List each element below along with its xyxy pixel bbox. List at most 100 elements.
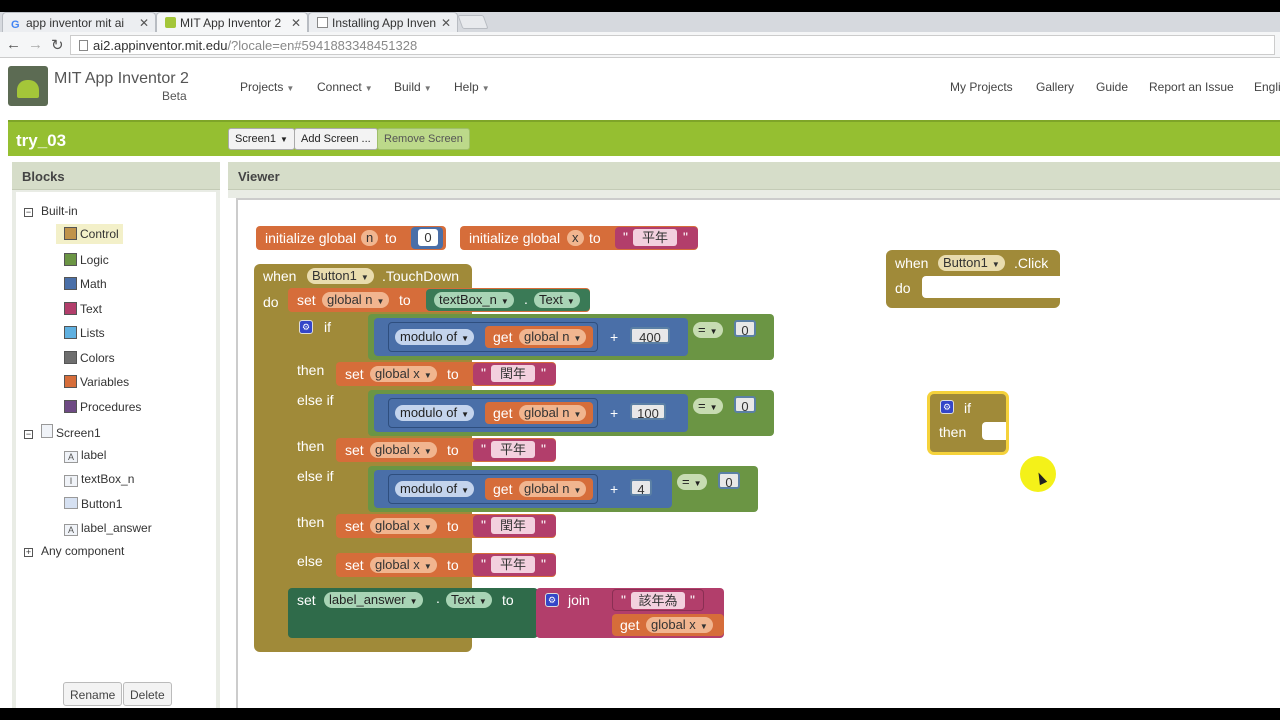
compare-op-dropdown[interactable]: = ▼ [693, 322, 723, 338]
set-label-answer-block[interactable]: set label_answer ▼ . Text ▼ to [288, 588, 538, 638]
menu-build[interactable]: Build ▼ [394, 80, 432, 94]
menu-connect[interactable]: Connect ▼ [317, 80, 373, 94]
component-dropdown[interactable]: Button1 ▼ [938, 255, 1005, 271]
drawer-text[interactable]: Text [64, 302, 102, 316]
component-label[interactable]: Alabel [64, 448, 106, 463]
variable-dropdown[interactable]: global x ▼ [370, 557, 437, 573]
variable-dropdown[interactable]: global x ▼ [646, 617, 713, 633]
set-global-x-block[interactable]: set global x ▼ to " 平年 " [336, 438, 556, 462]
text-block[interactable]: " 平年 " [473, 554, 556, 576]
get-global-n-block[interactable]: get global n ▼ [485, 478, 593, 500]
compare-op-dropdown[interactable]: = ▼ [693, 398, 723, 414]
drawer-lists[interactable]: Lists [64, 326, 105, 340]
modulo-block[interactable]: modulo of ▼ get global n ▼ [388, 322, 598, 352]
screen-select[interactable]: Screen1 ▼ [228, 128, 295, 150]
variable-dropdown[interactable]: global x ▼ [370, 518, 437, 534]
init-global-n-block[interactable]: initialize global n to 0 [256, 226, 446, 250]
text-field[interactable]: 閏年 [491, 517, 535, 534]
tree-builtin[interactable]: − Built-in [24, 204, 78, 218]
mutator-gear-icon[interactable]: ⚙ [299, 320, 313, 334]
text-block[interactable]: " 該年為 " [612, 589, 704, 611]
app-inventor-logo[interactable] [8, 66, 48, 106]
component-dropdown[interactable]: label_answer ▼ [324, 592, 423, 608]
rename-button[interactable]: Rename [63, 682, 123, 706]
init-global-x-block[interactable]: initialize global x to " 平年 " [460, 226, 698, 250]
mutator-gear-icon[interactable]: ⚙ [545, 593, 559, 607]
text-field[interactable]: 平年 [491, 441, 535, 458]
variable-dropdown[interactable]: global x ▼ [370, 442, 437, 458]
close-icon[interactable]: ✕ [139, 16, 149, 30]
set-global-n-block[interactable]: set global n ▼ to textBox_n ▼ . Text ▼ [288, 288, 590, 312]
variable-dropdown[interactable]: global x ▼ [370, 366, 437, 382]
compare-block[interactable]: modulo of ▼ get global n ▼ + 100 = ▼ 0 [368, 390, 774, 436]
reload-icon[interactable]: ↻ [51, 36, 64, 54]
var-name-field[interactable]: n [361, 230, 379, 246]
close-icon[interactable]: ✕ [291, 16, 301, 30]
link-language[interactable]: Engli [1254, 80, 1280, 94]
compare-block[interactable]: modulo of ▼ get global n ▼ + 400 = ▼ 0 [368, 314, 774, 360]
loose-if-block[interactable]: ⚙ if then [930, 394, 1006, 452]
add-screen-button[interactable]: Add Screen ... [294, 128, 378, 150]
number-field[interactable]: 0 [418, 229, 438, 246]
number-field[interactable]: 0 [734, 320, 756, 338]
blocks-workspace[interactable]: initialize global n to 0 initialize glob… [236, 198, 1280, 708]
variable-dropdown[interactable]: global n ▼ [519, 481, 587, 497]
component-dropdown[interactable]: textBox_n ▼ [434, 292, 514, 308]
number-field[interactable]: 100 [630, 403, 666, 421]
text-field[interactable]: 平年 [491, 556, 535, 573]
addition-block[interactable]: modulo of ▼ get global n ▼ + 400 [374, 318, 688, 356]
forward-icon[interactable]: → [28, 36, 43, 53]
link-report-issue[interactable]: Report an Issue [1149, 80, 1234, 94]
mutator-gear-icon[interactable]: ⚙ [940, 400, 954, 414]
variable-dropdown[interactable]: global n ▼ [519, 329, 587, 345]
delete-button[interactable]: Delete [123, 682, 172, 706]
new-tab-button[interactable] [457, 15, 489, 29]
drawer-procedures[interactable]: Procedures [64, 400, 141, 414]
browser-tab[interactable]: Installing App Inven ✕ [308, 12, 458, 32]
text-block[interactable]: " 平年 " [473, 439, 556, 461]
text-block[interactable]: " 閏年 " [473, 363, 556, 385]
menu-help[interactable]: Help ▼ [454, 80, 490, 94]
modulo-block[interactable]: modulo of ▼ get global n ▼ [388, 474, 598, 504]
component-button1[interactable]: Button1 [64, 497, 122, 511]
variable-dropdown[interactable]: global n ▼ [322, 292, 390, 308]
component-label-answer[interactable]: Alabel_answer [64, 521, 152, 536]
number-field[interactable]: 4 [630, 479, 652, 497]
join-block[interactable]: ⚙ join " 該年為 " get global x ▼ [536, 588, 724, 638]
then-slot[interactable] [982, 422, 1006, 440]
number-block[interactable]: 0 [411, 227, 443, 249]
set-global-x-block[interactable]: set global x ▼ to " 閏年 " [336, 514, 556, 538]
expand-icon[interactable]: + [24, 548, 33, 557]
remove-screen-button[interactable]: Remove Screen [377, 128, 470, 150]
drawer-control[interactable]: Control [56, 224, 123, 244]
drawer-math[interactable]: Math [64, 277, 107, 291]
number-field[interactable]: 400 [630, 327, 670, 345]
addition-block[interactable]: modulo of ▼ get global n ▼ + 4 [374, 470, 672, 508]
click-event-block[interactable]: when Button1 ▼ .Click do [886, 250, 1060, 308]
do-slot[interactable] [922, 276, 1060, 298]
url-field[interactable]: ai2.appinventor.mit.edu/?locale=en#59418… [70, 35, 1275, 55]
link-guide[interactable]: Guide [1096, 80, 1128, 94]
tree-any-component[interactable]: + Any component [24, 544, 124, 558]
browser-tab-active[interactable]: MIT App Inventor 2 ✕ [156, 12, 308, 32]
drawer-variables[interactable]: Variables [64, 375, 129, 389]
browser-tab[interactable]: Gapp inventor mit ai ✕ [2, 12, 156, 32]
link-my-projects[interactable]: My Projects [950, 80, 1013, 94]
compare-block[interactable]: modulo of ▼ get global n ▼ + 4 = ▼ 0 [368, 466, 758, 512]
math-op-dropdown[interactable]: modulo of ▼ [395, 329, 475, 345]
math-op-dropdown[interactable]: modulo of ▼ [395, 481, 475, 497]
text-field[interactable]: 該年為 [631, 592, 685, 609]
variable-dropdown[interactable]: global n ▼ [519, 405, 587, 421]
get-global-n-block[interactable]: get global n ▼ [485, 326, 593, 348]
text-field[interactable]: 平年 [633, 229, 677, 246]
collapse-icon[interactable]: − [24, 430, 33, 439]
number-field[interactable]: 0 [734, 396, 756, 414]
text-block[interactable]: " 閏年 " [473, 515, 556, 537]
property-dropdown[interactable]: Text ▼ [534, 292, 580, 308]
set-global-x-block[interactable]: set global x ▼ to " 平年 " [336, 553, 556, 577]
component-dropdown[interactable]: Button1 ▼ [307, 268, 374, 284]
compare-op-dropdown[interactable]: = ▼ [677, 474, 707, 490]
close-icon[interactable]: ✕ [441, 16, 451, 30]
drawer-logic[interactable]: Logic [64, 253, 109, 267]
var-name-field[interactable]: x [567, 230, 584, 246]
